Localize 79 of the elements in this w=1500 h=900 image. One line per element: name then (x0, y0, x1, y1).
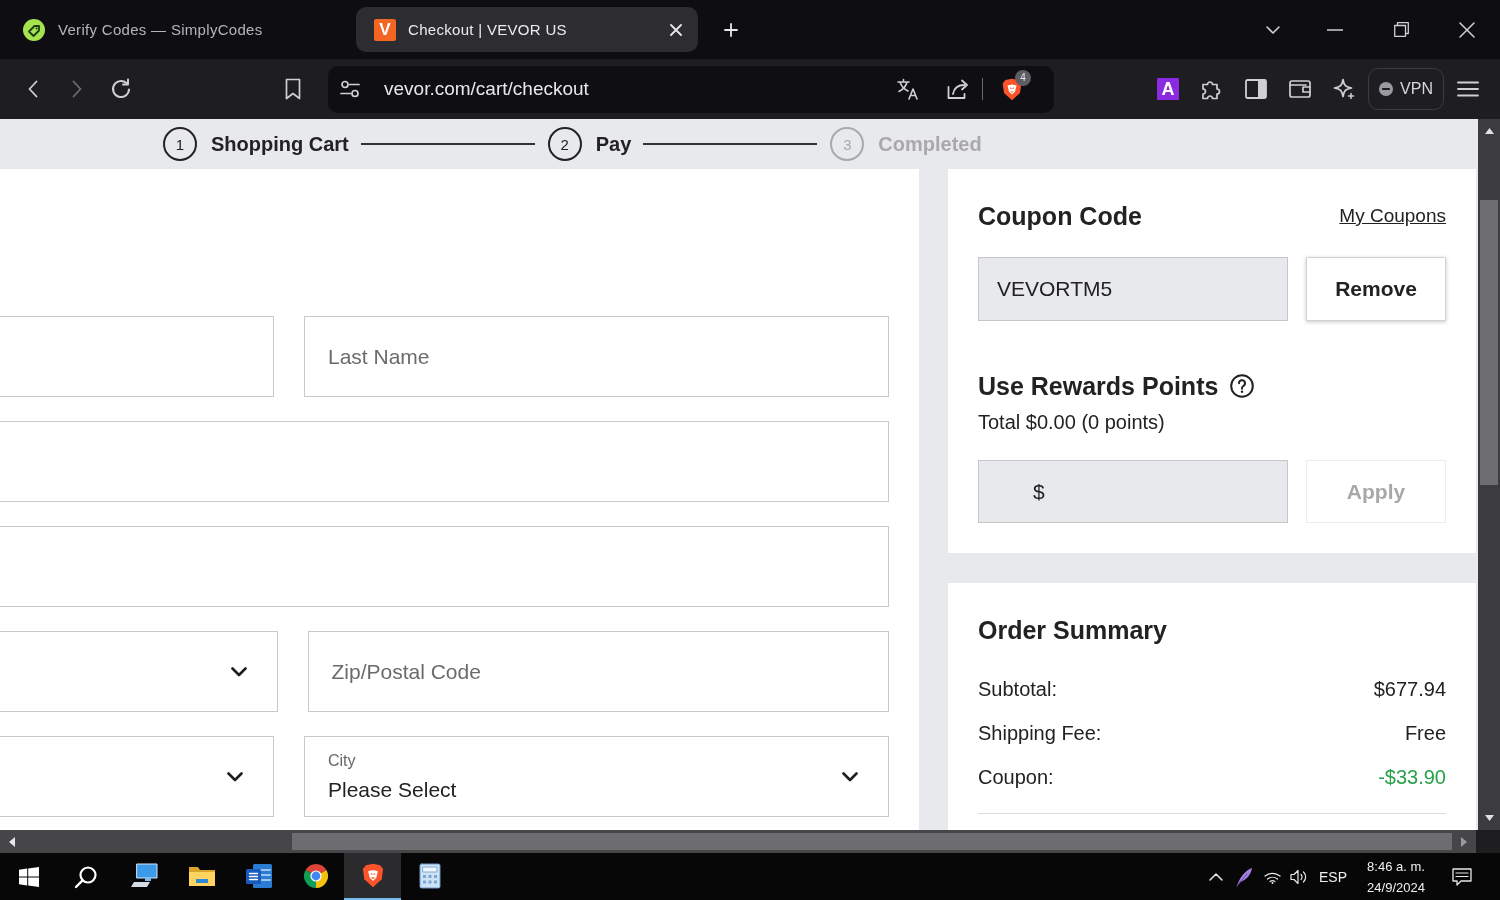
language-indicator[interactable]: ESP (1319, 868, 1347, 885)
step-number: 2 (547, 127, 582, 161)
circular-arrow-icon[interactable] (110, 78, 132, 100)
tricolor-circle-icon[interactable] (302, 862, 329, 889)
triangle-down-icon[interactable] (1484, 815, 1494, 821)
count-badge: 4 (1015, 69, 1031, 86)
start-icon[interactable] (18, 866, 39, 887)
search-icon[interactable] (73, 864, 98, 889)
chevron-down-icon[interactable] (1266, 25, 1280, 34)
scroll-thumb[interactable] (292, 833, 1452, 850)
step-label: Shopping Cart (211, 132, 349, 156)
minimize-icon[interactable] (1327, 28, 1343, 31)
points-total: Total $0.00 (0 points) (978, 410, 1165, 434)
step-number: 1 (163, 127, 197, 161)
wallet-icon[interactable] (1289, 79, 1311, 99)
computer-icon[interactable] (130, 862, 159, 889)
restore-icon[interactable] (1393, 22, 1409, 37)
browser-tab[interactable]: Verify Codes — SimplyCodes (9, 7, 351, 52)
plus-icon[interactable] (724, 22, 738, 37)
clock-time[interactable]: 8:46 a. m. (1367, 855, 1425, 877)
summary-value: Free (1404, 721, 1446, 745)
bookmark-icon[interactable] (285, 78, 301, 100)
triangle-right-icon[interactable] (1461, 836, 1467, 847)
translate-icon[interactable] (897, 78, 919, 100)
scroll-thumb[interactable] (1480, 200, 1498, 485)
chevron-down-icon (842, 771, 858, 782)
sidebar-icon[interactable] (1245, 79, 1267, 99)
share-icon[interactable] (947, 79, 969, 99)
scrollbar-corner (1476, 830, 1500, 853)
vpn-button[interactable]: VPN (1368, 68, 1444, 110)
chevron-up-icon[interactable] (1209, 872, 1223, 881)
clock-date[interactable]: 24/9/2024 (1367, 876, 1425, 898)
lion-shield-icon[interactable] (361, 863, 384, 888)
help-icon[interactable] (1230, 374, 1255, 398)
text-field[interactable] (0, 421, 889, 502)
document-icon[interactable] (244, 862, 273, 889)
summary-value: $677.94 (1373, 677, 1446, 701)
summary-label: Subtotal: (978, 677, 1057, 701)
triangle-left-icon[interactable] (9, 836, 15, 847)
favicon-icon: V (374, 18, 396, 41)
close-icon[interactable] (1459, 21, 1475, 38)
tag-badge-icon (23, 18, 45, 41)
feather-icon[interactable] (1235, 866, 1253, 887)
summary-value: -$33.90 (1378, 765, 1446, 789)
sliders-icon[interactable] (340, 80, 360, 98)
summary-label: Shipping Fee: (978, 721, 1102, 745)
triangle-up-icon[interactable] (1484, 128, 1494, 134)
remove-button[interactable]: Remove (1306, 257, 1446, 321)
chevron-down-icon (230, 666, 247, 677)
menu-icon[interactable] (1457, 81, 1479, 97)
chevron-down-icon (227, 771, 243, 782)
calculator-icon[interactable] (418, 862, 441, 889)
extension-icon[interactable]: A (1157, 78, 1179, 100)
browser-tab[interactable]: V Checkout | VEVOR US (356, 7, 698, 52)
chevron-right-icon[interactable] (72, 80, 82, 98)
amount-field[interactable]: $ (978, 460, 1288, 523)
url-text[interactable]: vevor.com/cart/checkout (384, 76, 589, 102)
puzzle-icon[interactable] (1201, 78, 1223, 100)
select-field[interactable]: City Please Select (304, 736, 889, 817)
section-heading: Use Rewards Points (978, 371, 1219, 401)
text-field[interactable]: Last Name (304, 316, 889, 397)
summary-label: Coupon: (978, 765, 1054, 789)
speaker-icon[interactable] (1290, 868, 1308, 885)
chevron-left-icon[interactable] (28, 80, 38, 98)
sparkle-icon[interactable] (1333, 78, 1355, 100)
coupon-code-field[interactable]: VEVORTM5 (978, 257, 1288, 321)
section-heading: Order Summary (978, 615, 1167, 645)
step-label: Pay (595, 132, 632, 156)
my-coupons-link[interactable]: My Coupons (1339, 205, 1446, 227)
folder-icon[interactable] (187, 864, 216, 887)
step-label: Completed (878, 132, 982, 156)
text-field[interactable]: Zip/Postal Code (307, 631, 889, 712)
section-heading: Coupon Code (978, 201, 1142, 231)
close-icon[interactable] (670, 23, 682, 36)
taskbar-button[interactable] (344, 853, 401, 900)
text-field[interactable] (0, 526, 889, 607)
step-number: 3 (830, 127, 865, 161)
lion-shield-icon[interactable] (1002, 77, 1022, 101)
notification-icon[interactable] (1452, 867, 1472, 886)
